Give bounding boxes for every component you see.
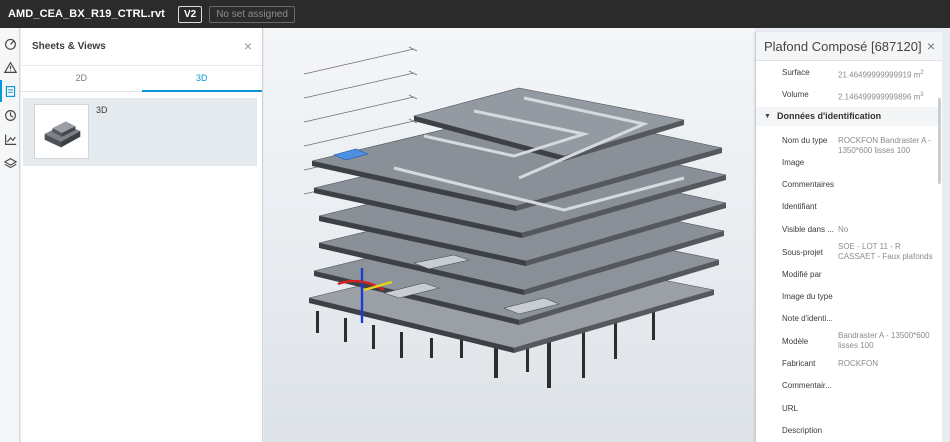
property-key: Fabricant xyxy=(782,359,816,368)
property-value: Bandraster A - 13500*600 lisses 100 xyxy=(838,331,930,350)
dashboard-icon[interactable] xyxy=(2,35,18,51)
property-key: Surface xyxy=(782,68,810,77)
property-key: Nom du type xyxy=(782,136,828,145)
property-key: Identifiant xyxy=(782,202,817,211)
property-key: Volume xyxy=(782,90,809,99)
close-icon[interactable]: × xyxy=(927,39,935,53)
tab-3d[interactable]: 3D xyxy=(141,66,263,92)
properties-panel: Plafond Composé [687120] × Surface 21.46… xyxy=(755,32,942,442)
model-viewport[interactable] xyxy=(264,28,755,442)
property-key: Visible dans ... xyxy=(782,225,834,234)
property-key: Commentair... xyxy=(782,381,832,390)
property-value: ROCKFON xyxy=(838,359,878,368)
properties-title: Plafond Composé [687120] xyxy=(764,38,922,54)
property-key: Image xyxy=(782,158,805,167)
collapse-triangle-icon[interactable]: ▼ xyxy=(764,107,771,126)
layers-icon[interactable] xyxy=(2,155,18,171)
property-value: 2.146499999999896 m3 xyxy=(838,92,924,102)
sheets-tabs: 2D 3D xyxy=(21,66,262,92)
sheets-panel: Sheets & Views × 2D 3D 3D xyxy=(21,28,263,442)
building-model[interactable] xyxy=(264,28,755,442)
sheets-panel-header: Sheets & Views × xyxy=(21,28,262,66)
view-thumbnail xyxy=(34,104,89,159)
property-key: URL xyxy=(782,404,799,413)
property-key: Image du type xyxy=(782,292,833,301)
version-badge[interactable]: V2 xyxy=(177,5,203,23)
property-key: Description xyxy=(782,426,823,435)
sheets-panel-title: Sheets & Views xyxy=(32,41,106,52)
property-key: Sous-projet xyxy=(782,248,823,257)
close-icon[interactable]: × xyxy=(244,39,252,53)
view-card-3d[interactable]: 3D xyxy=(23,98,257,166)
properties-header: Plafond Composé [687120] × xyxy=(756,32,942,61)
property-key: Modèle xyxy=(782,337,809,346)
sheets-icon[interactable] xyxy=(0,80,18,102)
property-value: ROCKFON Bandraster A - 1350*600 lisses 1… xyxy=(838,136,931,155)
category-title: Données d'identification xyxy=(777,111,882,121)
properties-scrollbar[interactable] xyxy=(938,98,941,184)
property-value: SOE - LOT 11 - R CASSAET - Faux plafonds xyxy=(838,242,933,261)
left-rail xyxy=(0,28,20,442)
tab-2d[interactable]: 2D xyxy=(21,66,142,91)
category-header[interactable]: ▼ Données d'identification xyxy=(756,107,940,126)
property-value: 21.46499999999919 m2 xyxy=(838,70,924,80)
view-card-label: 3D xyxy=(96,105,108,115)
history-icon[interactable] xyxy=(2,107,18,123)
property-value: No xyxy=(838,225,849,234)
property-key: Commentaires xyxy=(782,180,835,189)
top-bar: AMD_CEA_BX_R19_CTRL.rvt V2 No set assign… xyxy=(0,0,950,28)
property-key: Modifié par xyxy=(782,270,822,279)
set-selector[interactable]: No set assigned xyxy=(209,5,295,23)
chart-icon[interactable] xyxy=(2,131,18,147)
file-name: AMD_CEA_BX_R19_CTRL.rvt xyxy=(8,8,165,20)
warning-icon[interactable] xyxy=(2,59,18,75)
property-key: Note d'identi... xyxy=(782,314,833,323)
